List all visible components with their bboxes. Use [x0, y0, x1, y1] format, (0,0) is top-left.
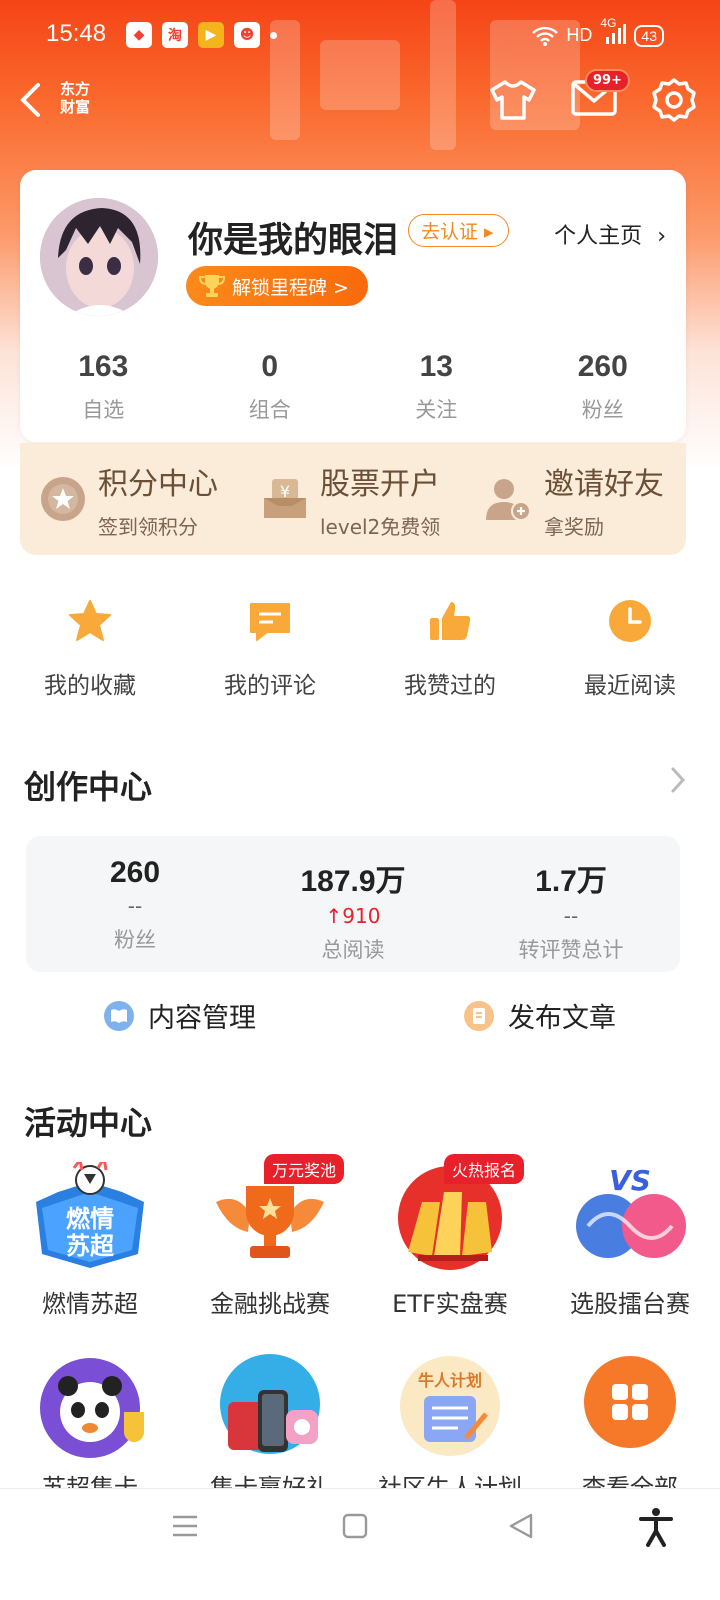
taobao-icon: 淘	[162, 22, 188, 48]
activity-etf[interactable]: 火热报名 ETF实盘赛	[360, 1154, 540, 1319]
top-nav: 东方 财富 99+	[0, 68, 720, 132]
liked-item[interactable]: 我赞过的	[360, 598, 540, 700]
clock-icon	[609, 600, 651, 642]
creation-fans[interactable]: 260 -- 粉丝	[26, 836, 244, 972]
milestone-button[interactable]: 解锁里程碑 >	[186, 266, 368, 306]
status-right: HD 4G 43	[532, 16, 664, 47]
verify-button[interactable]: 去认证 ▸	[408, 214, 509, 247]
tshirt-icon[interactable]	[488, 78, 538, 122]
activity-view-all[interactable]: 查看全部	[540, 1352, 720, 1492]
network-label: HD	[566, 25, 593, 45]
creation-interactions[interactable]: 1.7万 -- 转评赞总计	[462, 836, 680, 972]
activity-finance-challenge[interactable]: 万元奖池 金融挑战赛	[180, 1154, 360, 1319]
activity-card-prizes[interactable]: 集卡赢好礼	[180, 1352, 360, 1492]
promo-invite[interactable]: 邀请好友 拿奖励	[464, 443, 686, 555]
menu-icon[interactable]	[170, 1511, 200, 1541]
suchao-art-line2: 苏超	[66, 1232, 115, 1260]
creation-title: 创作中心	[24, 768, 153, 806]
quick-menu: 我的收藏 我的评论 我赞过的 最近阅读	[0, 598, 720, 700]
stat-fans[interactable]: 260 粉丝	[520, 350, 687, 424]
view-all-icon	[568, 1352, 692, 1462]
prizes-image	[208, 1352, 332, 1462]
trophy-icon	[198, 275, 226, 297]
brand-logo: 东方 财富	[60, 80, 91, 116]
activity-suchao-cards[interactable]: 苏超集卡	[0, 1352, 180, 1492]
notification-icons: ◆ 淘 ▶ ☻	[126, 22, 277, 48]
vs-art: VS	[609, 1164, 651, 1197]
suchao-image: 燃情 苏超	[28, 1153, 152, 1272]
activity-suchao[interactable]: 燃情 苏超 燃情苏超	[0, 1153, 180, 1319]
creation-actions: 内容管理 发布文章	[0, 996, 720, 1035]
invite-user-icon	[486, 479, 531, 521]
activity-row-2: 苏超集卡 集卡赢好礼 牛人计划 社区牛人计划 查看全部	[0, 1352, 720, 1492]
chevron-right-icon: ›	[657, 224, 666, 249]
favorites-item[interactable]: 我的收藏	[0, 598, 180, 700]
battery-icon: 43	[634, 24, 664, 47]
document-icon	[464, 1000, 494, 1031]
activity-stock-arena[interactable]: VS 选股擂台赛	[540, 1162, 720, 1319]
panda-ball-image	[28, 1352, 152, 1462]
promo-account[interactable]: ¥ 股票开户 level2免费领	[242, 443, 464, 555]
recent-item[interactable]: 最近阅读	[540, 598, 720, 700]
finance-trophy-image: 万元奖池	[208, 1154, 344, 1272]
stat-following[interactable]: 13 关注	[353, 350, 520, 424]
hot-signup-tag: 火热报名	[443, 1154, 524, 1184]
accessibility-icon[interactable]	[638, 1507, 674, 1547]
creation-stats: 260 -- 粉丝 187.9万 ↑910 总阅读 1.7万 -- 转评赞总计	[26, 836, 680, 972]
activity-niuren-plan[interactable]: 牛人计划 社区牛人计划	[360, 1352, 540, 1492]
nav-actions: 99+	[488, 69, 698, 124]
system-nav-bar	[0, 1488, 720, 1600]
creation-reads[interactable]: 187.9万 ↑910 总阅读	[244, 836, 462, 972]
comment-icon	[250, 603, 290, 641]
back-arrow-icon	[20, 83, 40, 117]
stat-watchlist[interactable]: 163 自选	[20, 350, 187, 424]
activity-title: 活动中心	[24, 1104, 153, 1142]
suchao-art-line1: 燃情	[66, 1205, 114, 1233]
thumbs-up-icon	[430, 602, 471, 640]
points-star-icon	[41, 477, 85, 521]
mail-badge: 99+	[585, 69, 630, 92]
star-icon	[69, 600, 111, 641]
signal-icon: 4G	[600, 16, 627, 47]
promo-bar: 积分中心 签到领积分 ¥ 股票开户 level2免费领 邀请好友 拿奖励	[20, 443, 686, 555]
account-open-icon: ¥	[264, 479, 306, 518]
publish-article-button[interactable]: 发布文章	[360, 996, 720, 1035]
back-triangle-icon[interactable]	[506, 1511, 536, 1541]
profile-stats: 163 自选 0 组合 13 关注 260 粉丝	[20, 350, 686, 424]
avatar[interactable]	[40, 198, 158, 316]
niuren-plan-image: 牛人计划	[388, 1352, 512, 1462]
homepage-link[interactable]: 个人主页 ›	[554, 218, 666, 250]
game-app-icon: ☻	[234, 22, 260, 48]
content-manage-button[interactable]: 内容管理	[0, 996, 360, 1035]
creation-more-button[interactable]	[670, 766, 686, 798]
chevron-right-icon	[671, 767, 686, 793]
status-time: 15:48	[46, 20, 107, 47]
gold-bars-image: 火热报名	[388, 1154, 524, 1272]
stat-portfolio[interactable]: 0 组合	[187, 350, 354, 424]
mail-button[interactable]: 99+	[570, 69, 630, 121]
promo-points[interactable]: 积分中心 签到领积分	[20, 443, 242, 555]
comments-item[interactable]: 我的评论	[180, 598, 360, 700]
wifi-icon	[532, 26, 559, 46]
back-button[interactable]	[18, 82, 42, 122]
prize-pool-tag: 万元奖池	[263, 1154, 344, 1184]
profile-card: 你是我的眼泪 去认证 ▸ 个人主页 › 解锁里程碑 > 163 自选 0 组合 13…	[20, 170, 686, 442]
book-icon	[104, 1000, 134, 1031]
activity-row-1: 燃情 苏超 燃情苏超 万元奖池 金融挑战赛 火热报名 ETF实盘赛 VS 选股擂台…	[0, 1153, 720, 1319]
settings-gear-icon[interactable]	[650, 76, 698, 124]
niuren-art: 牛人计划	[418, 1371, 482, 1390]
status-bar: 15:48 ◆ 淘 ▶ ☻ HD 4G 43	[0, 12, 720, 60]
username: 你是我的眼泪	[188, 221, 399, 261]
vs-image: VS	[568, 1162, 692, 1272]
red-app-icon: ◆	[126, 22, 152, 48]
more-dot-icon	[270, 32, 277, 39]
home-square-icon[interactable]	[340, 1511, 370, 1541]
video-app-icon: ▶	[198, 22, 224, 48]
